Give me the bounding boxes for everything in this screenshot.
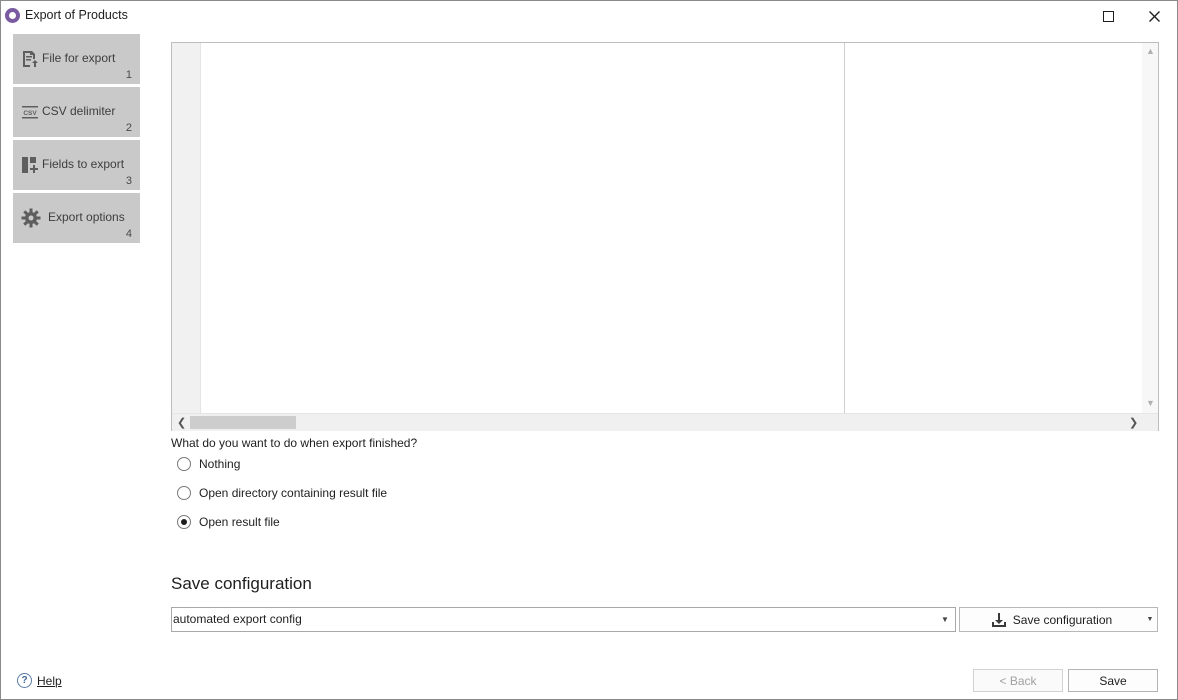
scroll-down-icon[interactable]: ▼	[1146, 398, 1155, 408]
close-button[interactable]	[1131, 1, 1177, 31]
radio-label: Open result file	[199, 515, 280, 529]
gear-icon	[21, 208, 41, 228]
step-label: Fields to export	[42, 157, 125, 171]
radio-label: Nothing	[199, 457, 241, 471]
radio-button-checked[interactable]	[177, 515, 191, 529]
vertical-scrollbar[interactable]: ▲ ▼	[1142, 43, 1158, 413]
maximize-button[interactable]	[1085, 1, 1131, 31]
help-link[interactable]: ? Help	[17, 673, 62, 688]
step-label: File for export	[42, 51, 116, 65]
step-export-options[interactable]: Export options 4	[13, 193, 140, 243]
download-icon	[991, 612, 1006, 627]
window-title: Export of Products	[25, 8, 128, 22]
export-window: Export of Products File for export 1 CSV…	[0, 0, 1178, 700]
step-number: 4	[125, 228, 132, 240]
column-separator	[844, 43, 845, 413]
config-name-input[interactable]	[173, 609, 933, 628]
row-gutter	[172, 43, 201, 413]
step-number: 1	[125, 69, 132, 81]
step-number: 3	[125, 175, 132, 187]
step-label: Export options	[48, 210, 125, 224]
step-file-for-export[interactable]: File for export 1	[13, 34, 140, 84]
help-icon: ?	[17, 673, 32, 688]
svg-text:CSV: CSV	[23, 110, 37, 117]
finish-question: What do you want to do when export finis…	[171, 436, 418, 450]
step-fields-to-export[interactable]: Fields to export 3	[13, 140, 140, 190]
export-preview-grid[interactable]: ▲ ▼ ❮ ❯	[171, 42, 1159, 431]
radio-nothing[interactable]: Nothing	[177, 455, 240, 473]
save-configuration-title: Save configuration	[171, 574, 312, 593]
close-icon	[1148, 10, 1160, 22]
chevron-down-icon[interactable]: ▼	[937, 608, 953, 631]
back-button[interactable]: < Back	[973, 669, 1063, 692]
save-configuration-label: Save configuration	[1012, 612, 1113, 627]
radio-button[interactable]	[177, 457, 191, 471]
file-export-icon	[23, 51, 38, 67]
config-name-combobox[interactable]: ▼	[171, 607, 956, 632]
save-button[interactable]: Save	[1068, 669, 1158, 692]
save-configuration-dropdown[interactable]: ▼	[1143, 607, 1158, 632]
step-number: 2	[125, 122, 132, 134]
fields-icon	[22, 157, 38, 173]
step-csv-delimiter[interactable]: CSV CSV delimiter 2	[13, 87, 140, 137]
radio-open-result-file[interactable]: Open result file	[177, 513, 280, 531]
help-label: Help	[37, 673, 62, 688]
radio-open-directory[interactable]: Open directory containing result file	[177, 484, 387, 502]
scroll-up-icon[interactable]: ▲	[1146, 46, 1155, 56]
app-logo-icon	[5, 8, 20, 23]
title-bar: Export of Products	[1, 1, 1177, 31]
horizontal-scrollbar[interactable]: ❮ ❯	[172, 413, 1158, 431]
chevron-down-icon: ▼	[1146, 616, 1154, 623]
step-label: CSV delimiter	[42, 104, 116, 118]
maximize-icon	[1102, 10, 1114, 22]
radio-label: Open directory containing result file	[199, 486, 388, 500]
scroll-left-icon[interactable]: ❮	[177, 416, 186, 429]
scroll-right-icon[interactable]: ❯	[1129, 416, 1138, 429]
horizontal-scroll-thumb[interactable]	[190, 416, 296, 429]
radio-button[interactable]	[177, 486, 191, 500]
save-configuration-button[interactable]: Save configuration	[959, 607, 1144, 632]
csv-icon: CSV	[22, 106, 38, 119]
